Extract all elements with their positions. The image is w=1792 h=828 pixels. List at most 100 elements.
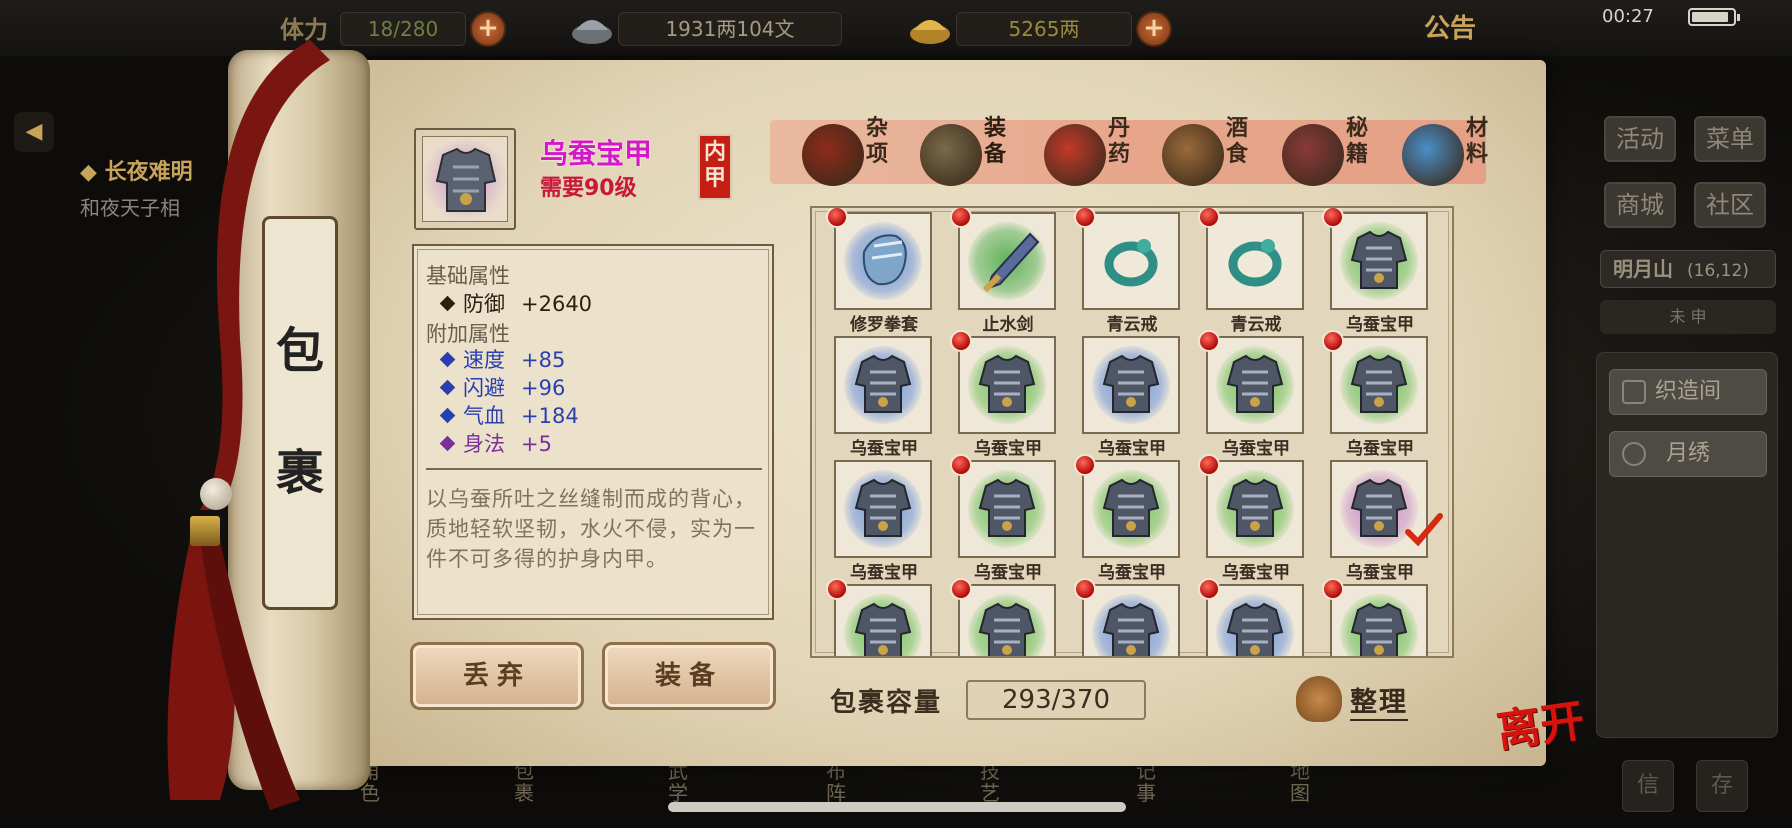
armor-icon [1226, 602, 1284, 656]
armor-icon [1226, 478, 1284, 537]
storage-button[interactable]: 存 [1696, 760, 1748, 812]
capacity-value: 293/370 [966, 680, 1146, 720]
inventory-slot[interactable]: 乌蚕宝甲 [934, 454, 1058, 583]
wine-food-icon [1162, 124, 1224, 186]
inventory-slot[interactable] [1306, 578, 1430, 656]
tab-label: 杂项 [865, 116, 888, 167]
inventory-slot[interactable] [934, 578, 1058, 656]
inventory-slot[interactable] [1058, 578, 1182, 656]
diamond-bullet-icon [439, 295, 456, 312]
inventory-slot[interactable]: 乌蚕宝甲 [1306, 208, 1430, 335]
inventory-slot[interactable]: 乌蚕宝甲 [1058, 454, 1182, 583]
armor-icon [978, 354, 1036, 413]
inventory-slot[interactable]: 乌蚕宝甲 [1058, 330, 1182, 459]
inventory-slot[interactable]: 修罗拳套 [812, 208, 934, 335]
armor-icon [1102, 354, 1160, 413]
item-name: 乌蚕宝甲 [540, 137, 653, 170]
inventory-slot[interactable]: 乌蚕宝甲 [1306, 454, 1443, 583]
inventory-slot[interactable]: 乌蚕宝甲 [1306, 330, 1430, 459]
new-badge-icon [950, 330, 972, 352]
location-coords: (16,12) [1687, 261, 1749, 281]
nav-skills[interactable]: 技艺 [980, 760, 1016, 804]
extra-attr-row: 身法 +5 [439, 428, 552, 458]
inventory-slot[interactable]: 青云戒 [1058, 208, 1182, 335]
base-attributes-heading: 基础属性 [426, 264, 510, 288]
inventory-grid: 修罗拳套 止水剑 青云戒 青云戒 乌蚕宝甲 乌蚕宝甲 乌蚕宝甲 乌蚕宝甲 乌蚕宝甲 乌蚕宝甲 乌蚕宝… [810, 206, 1454, 658]
notice-button[interactable]: 公告 [1424, 8, 1476, 45]
clock: 00:27 [1602, 6, 1654, 27]
gold-clasp-icon [190, 516, 220, 546]
person-icon [1622, 442, 1646, 466]
new-badge-icon [1198, 330, 1220, 352]
nav-journal[interactable]: 记事 [1136, 760, 1172, 804]
armor-icon [435, 147, 497, 212]
title-char-1: 包 [275, 323, 324, 379]
location-name: 明月山 [1613, 257, 1673, 281]
mail-button[interactable]: 信 [1622, 760, 1674, 812]
weaving-room-button[interactable]: 织造间 [1609, 369, 1767, 415]
menu-button[interactable]: 菜单 [1694, 116, 1766, 162]
inventory-slot[interactable]: 青云戒 [1182, 208, 1306, 335]
nav-martial[interactable]: 武学 [668, 760, 704, 804]
tab-jar[interactable]: 杂项 [798, 110, 918, 194]
diamond-bullet-icon [439, 351, 456, 368]
attr-name: 防御 [463, 292, 505, 316]
discard-button[interactable]: 丢弃 [410, 642, 584, 710]
sort-button[interactable]: 整理 [1296, 672, 1420, 726]
attr-value: +96 [521, 376, 566, 400]
shop-button[interactable]: 商城 [1604, 182, 1676, 228]
tab-crystal[interactable]: 材料 [1398, 110, 1518, 194]
armor-icon [978, 478, 1036, 537]
extra-attr-row: 闪避 +96 [439, 372, 566, 402]
attr-value: +85 [521, 348, 566, 372]
new-badge-icon [950, 578, 972, 600]
tab-pill[interactable]: 丹药 [1040, 110, 1160, 194]
inventory-slot[interactable]: 乌蚕宝甲 [1182, 330, 1306, 459]
activity-button[interactable]: 活动 [1604, 116, 1676, 162]
new-badge-icon [1074, 208, 1096, 228]
equip-button[interactable]: 装备 [602, 642, 776, 710]
tab-equipment[interactable]: 装备 [916, 110, 1036, 194]
ring-icon [1104, 239, 1158, 287]
ring-icon [1228, 239, 1282, 287]
embroidery-button[interactable]: 月绣 [1609, 431, 1767, 477]
new-badge-icon [1322, 208, 1344, 228]
slot-frame [834, 212, 932, 310]
armor-icon [854, 354, 912, 413]
extra-attr-row: 速度 +85 [439, 344, 566, 374]
diamond-bullet-icon [439, 435, 456, 452]
slot-frame [1330, 336, 1428, 434]
jar-icon [802, 124, 864, 186]
inventory-slot[interactable] [1182, 578, 1306, 656]
new-badge-icon [826, 208, 848, 228]
collapse-arrow-icon[interactable]: ◀ [14, 112, 54, 152]
new-badge-icon [950, 454, 972, 476]
tab-wine-food[interactable]: 酒食 [1158, 110, 1278, 194]
attr-value: +5 [521, 432, 552, 456]
slot-frame [958, 212, 1056, 310]
attr-divider [426, 468, 762, 470]
armor-icon [978, 602, 1036, 656]
capacity-label: 包裹容量 [830, 688, 943, 718]
nav-formation[interactable]: 布阵 [826, 760, 862, 804]
new-badge-icon [1198, 208, 1220, 228]
attr-name: 闪避 [463, 376, 505, 400]
inventory-slot[interactable]: 乌蚕宝甲 [1182, 454, 1306, 583]
add-gold-button[interactable]: + [1136, 11, 1172, 47]
leave-button[interactable]: 离开 [1492, 684, 1588, 760]
inventory-slot[interactable]: 乌蚕宝甲 [934, 330, 1058, 459]
inventory-slot[interactable]: 止水剑 [934, 208, 1058, 335]
add-stamina-button[interactable]: + [470, 11, 506, 47]
tab-label: 材料 [1465, 116, 1488, 167]
inventory-slot[interactable] [812, 578, 934, 656]
armor-icon [1102, 602, 1160, 656]
community-button[interactable]: 社区 [1694, 182, 1766, 228]
tab-book[interactable]: 秘籍 [1278, 110, 1398, 194]
equipment-icon [920, 124, 982, 186]
inventory-slot[interactable]: 乌蚕宝甲 [812, 454, 934, 583]
nav-map[interactable]: 地图 [1290, 760, 1326, 804]
extra-attr-row: 气血 +184 [439, 400, 579, 430]
inventory-slot[interactable]: 乌蚕宝甲 [812, 330, 934, 459]
nav-bag[interactable]: 包裹 [514, 760, 550, 804]
armor-icon [1350, 602, 1408, 656]
